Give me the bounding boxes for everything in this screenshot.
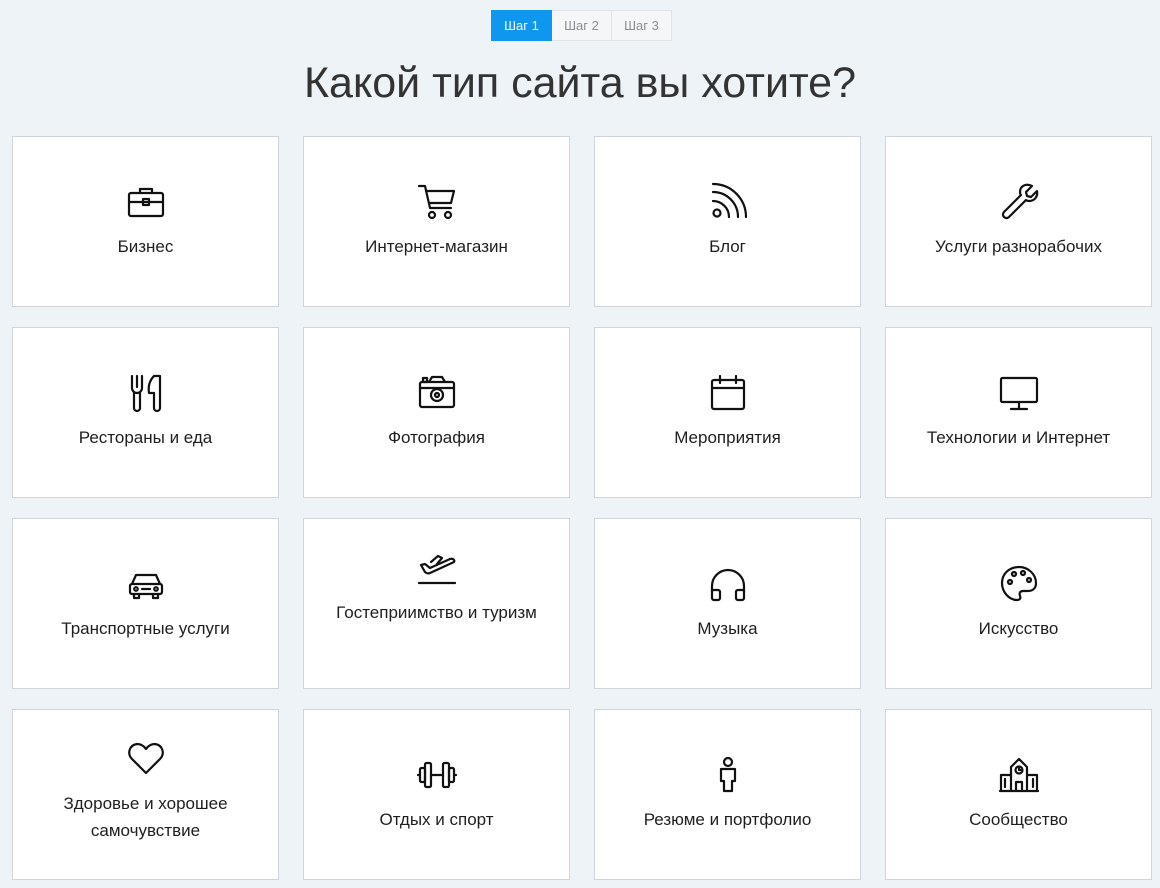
category-card-sport[interactable]: Отдых и спорт	[303, 709, 570, 880]
category-label: Отдых и спорт	[379, 810, 494, 829]
category-card-health[interactable]: Здоровье и хорошее самочувствие	[12, 709, 279, 880]
category-label: Искусство	[978, 619, 1059, 638]
shopping-cart-icon	[417, 182, 457, 222]
step-1-tab[interactable]: Шаг 1	[491, 10, 552, 41]
step-indicator: Шаг 1 Шаг 2 Шаг 3	[491, 10, 672, 41]
category-card-resume[interactable]: Резюме и портфолио	[594, 709, 861, 880]
car-icon	[126, 564, 166, 604]
step-2-tab[interactable]: Шаг 2	[552, 10, 612, 41]
category-card-technology[interactable]: Технологии и Интернет	[885, 327, 1152, 498]
category-label: Интернет-магазин	[365, 237, 508, 256]
page: Шаг 1 Шаг 2 Шаг 3 Какой тип сайта вы хот…	[0, 0, 1160, 888]
person-icon	[708, 755, 748, 795]
palette-icon	[999, 564, 1039, 604]
category-label: Здоровье и хорошее самочувствие	[63, 794, 228, 840]
category-card-restaurants[interactable]: Рестораны и еда	[12, 327, 279, 498]
category-label: Гостеприимство и туризм	[336, 603, 537, 622]
wrench-icon	[999, 182, 1039, 222]
briefcase-icon	[126, 182, 166, 222]
site-type-grid: Бизнес Интернет-магазин Блог Услуги разн…	[12, 136, 1152, 880]
dumbbell-icon	[416, 755, 457, 795]
category-card-blog[interactable]: Блог	[594, 136, 861, 307]
fork-knife-icon	[126, 373, 166, 413]
category-label: Резюме и портфолио	[643, 810, 812, 829]
category-label: Мероприятия	[674, 428, 781, 447]
category-label: Транспортные услуги	[61, 619, 230, 638]
category-label: Сообщество	[969, 810, 1068, 829]
category-label: Технологии и Интернет	[926, 428, 1111, 447]
category-card-events[interactable]: Мероприятия	[594, 327, 861, 498]
page-title: Какой тип сайта вы хотите?	[303, 59, 857, 107]
headphones-icon	[708, 564, 748, 604]
category-card-online-store[interactable]: Интернет-магазин	[303, 136, 570, 307]
category-label: Рестораны и еда	[78, 428, 213, 447]
community-building-icon	[998, 755, 1039, 795]
category-card-handyman[interactable]: Услуги разнорабочих	[885, 136, 1152, 307]
monitor-icon	[999, 373, 1039, 413]
category-card-photography[interactable]: Фотография	[303, 327, 570, 498]
calendar-icon	[708, 373, 748, 413]
category-label: Услуги разнорабочих	[935, 237, 1102, 256]
category-label: Фотография	[388, 428, 485, 447]
heart-icon	[126, 738, 166, 778]
category-card-transport[interactable]: Транспортные услуги	[12, 518, 279, 689]
airplane-icon	[417, 547, 457, 587]
category-label: Блог	[709, 237, 746, 256]
category-card-community[interactable]: Сообщество	[885, 709, 1152, 880]
rss-icon	[708, 182, 748, 222]
category-label: Музыка	[697, 619, 758, 638]
category-card-hospitality[interactable]: Гостеприимство и туризм	[303, 518, 570, 689]
category-card-art[interactable]: Искусство	[885, 518, 1152, 689]
step-3-tab[interactable]: Шаг 3	[612, 10, 672, 41]
category-card-business[interactable]: Бизнес	[12, 136, 279, 307]
category-card-music[interactable]: Музыка	[594, 518, 861, 689]
camera-icon	[417, 373, 457, 413]
category-label: Бизнес	[117, 237, 174, 256]
